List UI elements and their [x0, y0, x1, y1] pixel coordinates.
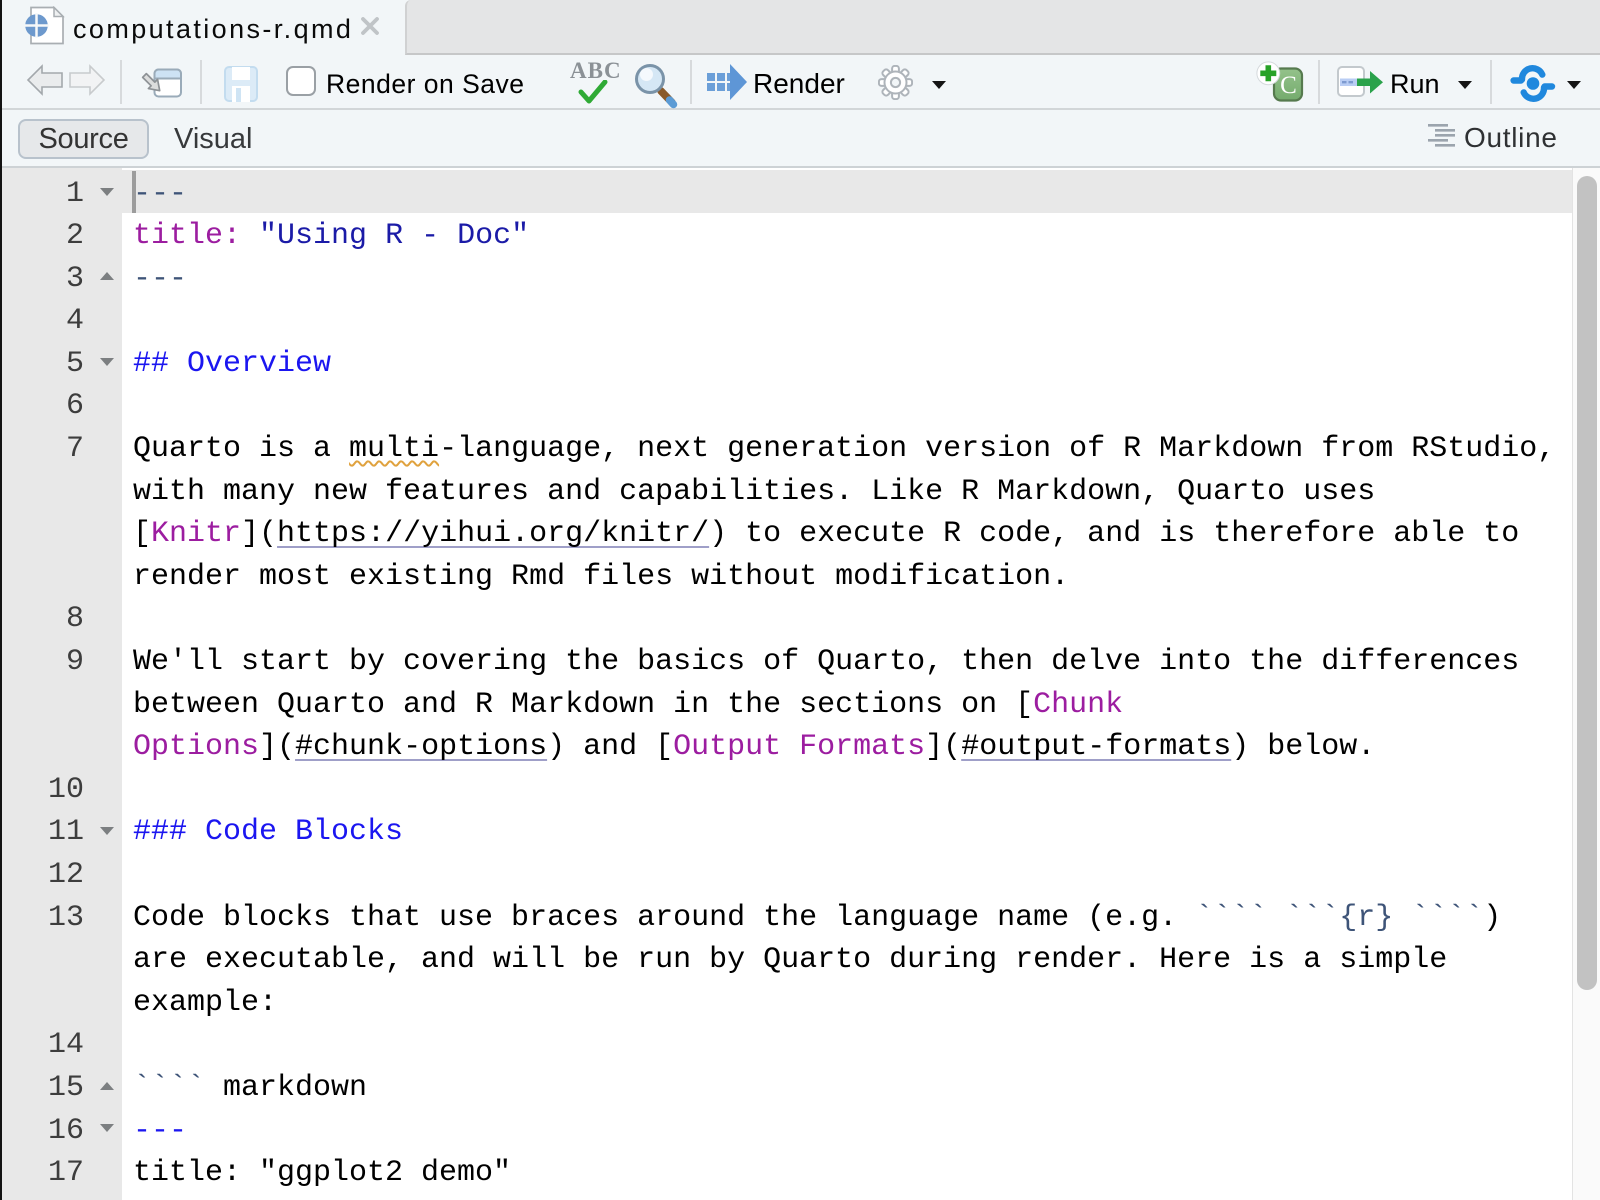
- svg-text:C: C: [1280, 72, 1297, 99]
